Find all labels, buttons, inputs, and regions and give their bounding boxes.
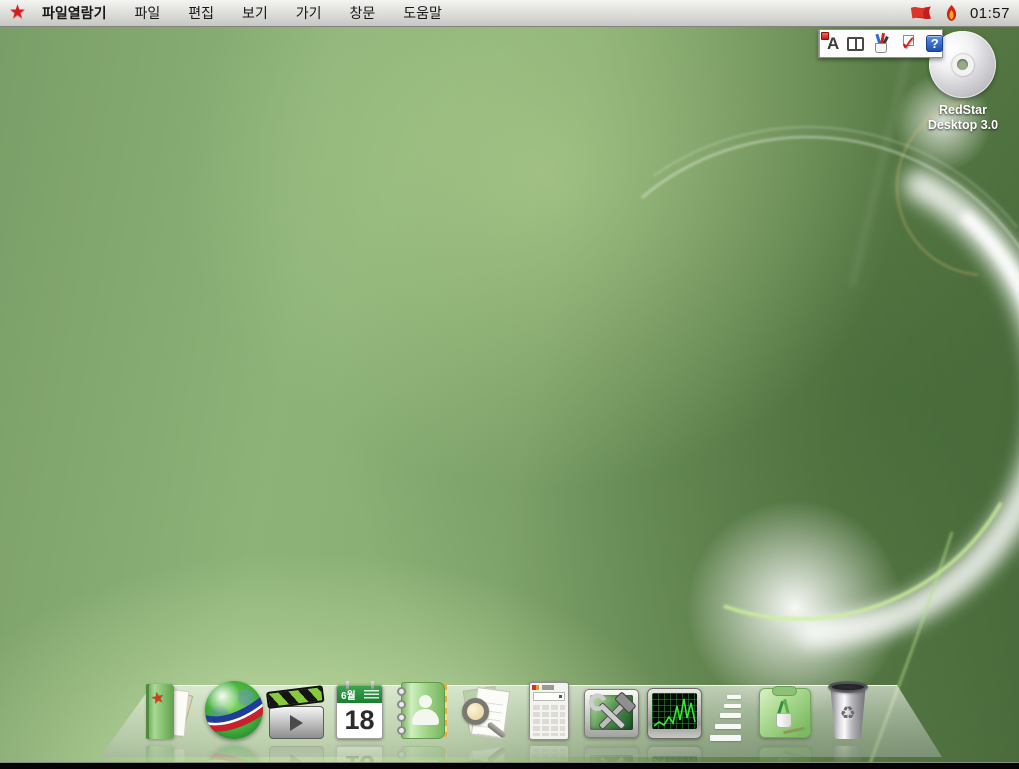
menu-bar: ★ 파일열람기 파일 편집 보기 가기 창문 도움말 01:57 [0,0,1019,27]
spell-check-icon[interactable]: ✓ [899,33,918,55]
menu-file[interactable]: 파일 [120,0,174,26]
dock-web-browser-icon[interactable] [205,678,263,742]
pen-cup-icon[interactable] [872,32,891,53]
dock-media-player-icon[interactable] [265,678,326,742]
dock-separator [709,678,751,742]
menu-window[interactable]: 창문 [336,0,390,26]
red-star-menu-icon[interactable]: ★ [0,0,36,26]
toolbar-close-button[interactable] [821,32,829,40]
dock-calculator-icon[interactable] [520,678,578,742]
calendar-day: 18 [344,705,375,735]
dock-file-search-icon[interactable] [457,678,515,742]
dock-trash-icon[interactable]: ♻ [819,678,877,742]
red-flag-icon[interactable] [909,5,933,22]
dock-utilities-folder-icon[interactable] [756,678,814,742]
toolbar-drag-handle[interactable] [819,30,829,57]
menu-help[interactable]: 도움말 [389,0,456,26]
menu-file-browser[interactable]: 파일열람기 [36,0,120,26]
dock: ★ 6월 18 ♻ [0,652,1019,762]
menu-go[interactable]: 가기 [282,0,336,26]
menu-edit[interactable]: 편집 [174,0,228,26]
desktop-wallpaper: A ✓ ? RedStar Desktop 3.0 ★ 6월 18 ♻ [0,27,1019,762]
clock[interactable]: 01:57 [970,5,1010,22]
dock-system-settings-icon[interactable] [583,678,641,742]
help-icon[interactable]: ? [926,35,944,52]
recycle-glyph: ♻ [839,703,857,724]
floating-toolbar: A ✓ ? [818,29,944,58]
dock-calendar-icon[interactable]: 6월 18 [331,678,389,742]
torch-icon[interactable] [945,4,958,22]
dock-file-manager-icon[interactable]: ★ [142,678,200,742]
screen: ★ 파일열람기 파일 편집 보기 가기 창문 도움말 01:57 A ✓ ? R… [0,0,1019,769]
bottom-edge-bar [0,762,1019,769]
calendar-month: 6월 [337,686,382,703]
dock-system-monitor-icon[interactable] [646,678,704,742]
dock-address-book-icon[interactable] [394,678,452,742]
split-view-icon[interactable] [847,36,865,51]
menu-view[interactable]: 보기 [228,0,282,26]
redstar-cd-label: RedStar Desktop 3.0 [927,103,999,132]
